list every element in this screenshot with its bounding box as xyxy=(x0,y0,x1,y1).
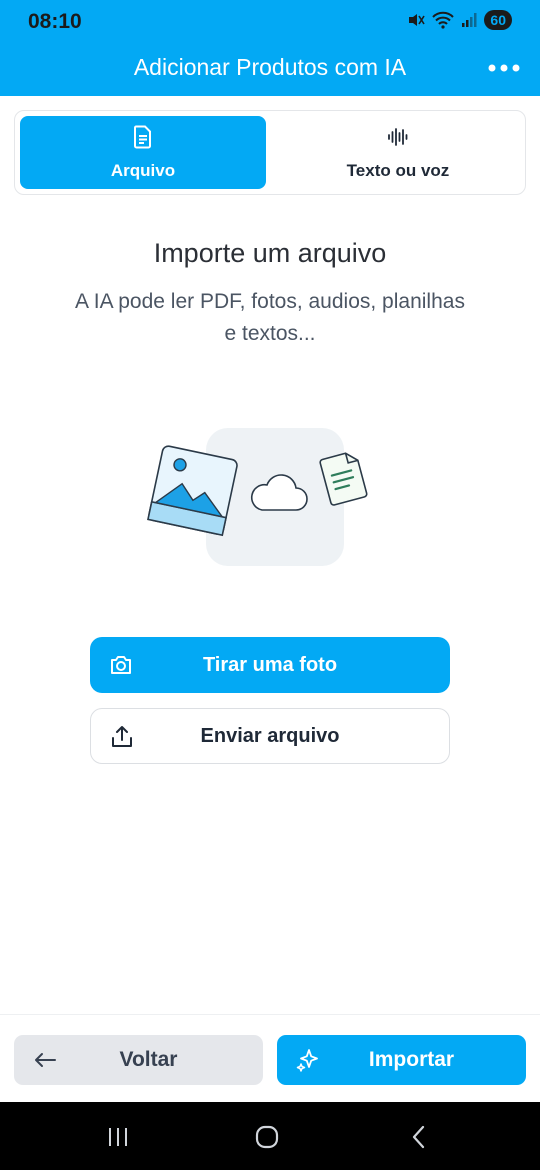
send-file-button[interactable]: Enviar arquivo xyxy=(90,708,450,764)
status-bar: 08:10 60 xyxy=(0,0,540,42)
take-photo-label: Tirar uma foto xyxy=(202,653,338,676)
tab-texto-ou-voz-label: Texto ou voz xyxy=(346,160,450,180)
image-icon xyxy=(147,445,238,537)
mute-icon xyxy=(409,14,426,26)
upload-illustration xyxy=(147,428,368,566)
tab-arquivo-label: Arquivo xyxy=(110,160,176,180)
arrow-left-icon xyxy=(35,1053,56,1067)
recent-apps-button[interactable] xyxy=(102,1122,134,1152)
page-title: Adicionar Produtos com IA xyxy=(133,54,407,80)
back-button[interactable]: Voltar xyxy=(14,1035,263,1085)
waveform-icon xyxy=(388,127,408,146)
input-mode-tabs: Arquivo Texto ou voz xyxy=(14,110,526,195)
import-description: A IA pode ler PDF, fotos, audios, planil… xyxy=(75,290,465,345)
system-navigation-bar xyxy=(0,1102,540,1170)
upload-icon xyxy=(112,726,132,747)
footer-divider xyxy=(0,1014,540,1015)
camera-icon xyxy=(111,656,131,674)
sparkles-icon xyxy=(296,1049,318,1072)
signal-icon xyxy=(462,13,477,27)
more-options-button[interactable] xyxy=(484,52,524,84)
document-icon xyxy=(134,125,151,148)
battery-indicator: 60 xyxy=(484,10,512,30)
tab-texto-ou-voz[interactable]: Texto ou voz xyxy=(275,116,521,189)
back-nav-button[interactable] xyxy=(403,1122,435,1152)
take-photo-button[interactable]: Tirar uma foto xyxy=(90,637,450,693)
tab-arquivo[interactable]: Arquivo xyxy=(20,116,266,189)
send-file-label: Enviar arquivo xyxy=(200,724,340,747)
more-horizontal-icon xyxy=(488,64,520,72)
home-icon xyxy=(255,1125,279,1149)
status-icons: 60 xyxy=(407,10,512,30)
status-time: 08:10 xyxy=(28,10,82,33)
import-button[interactable]: Importar xyxy=(277,1035,526,1085)
recent-apps-icon xyxy=(109,1128,127,1146)
home-button[interactable] xyxy=(251,1122,283,1152)
screen: 08:10 60 Adicionar Produtos com IA Arqui… xyxy=(0,0,540,1170)
import-heading: Importe um arquivo xyxy=(153,238,387,268)
app-bar: Adicionar Produtos com IA xyxy=(0,42,540,96)
chevron-left-icon xyxy=(412,1125,425,1149)
wifi-icon xyxy=(432,11,455,29)
